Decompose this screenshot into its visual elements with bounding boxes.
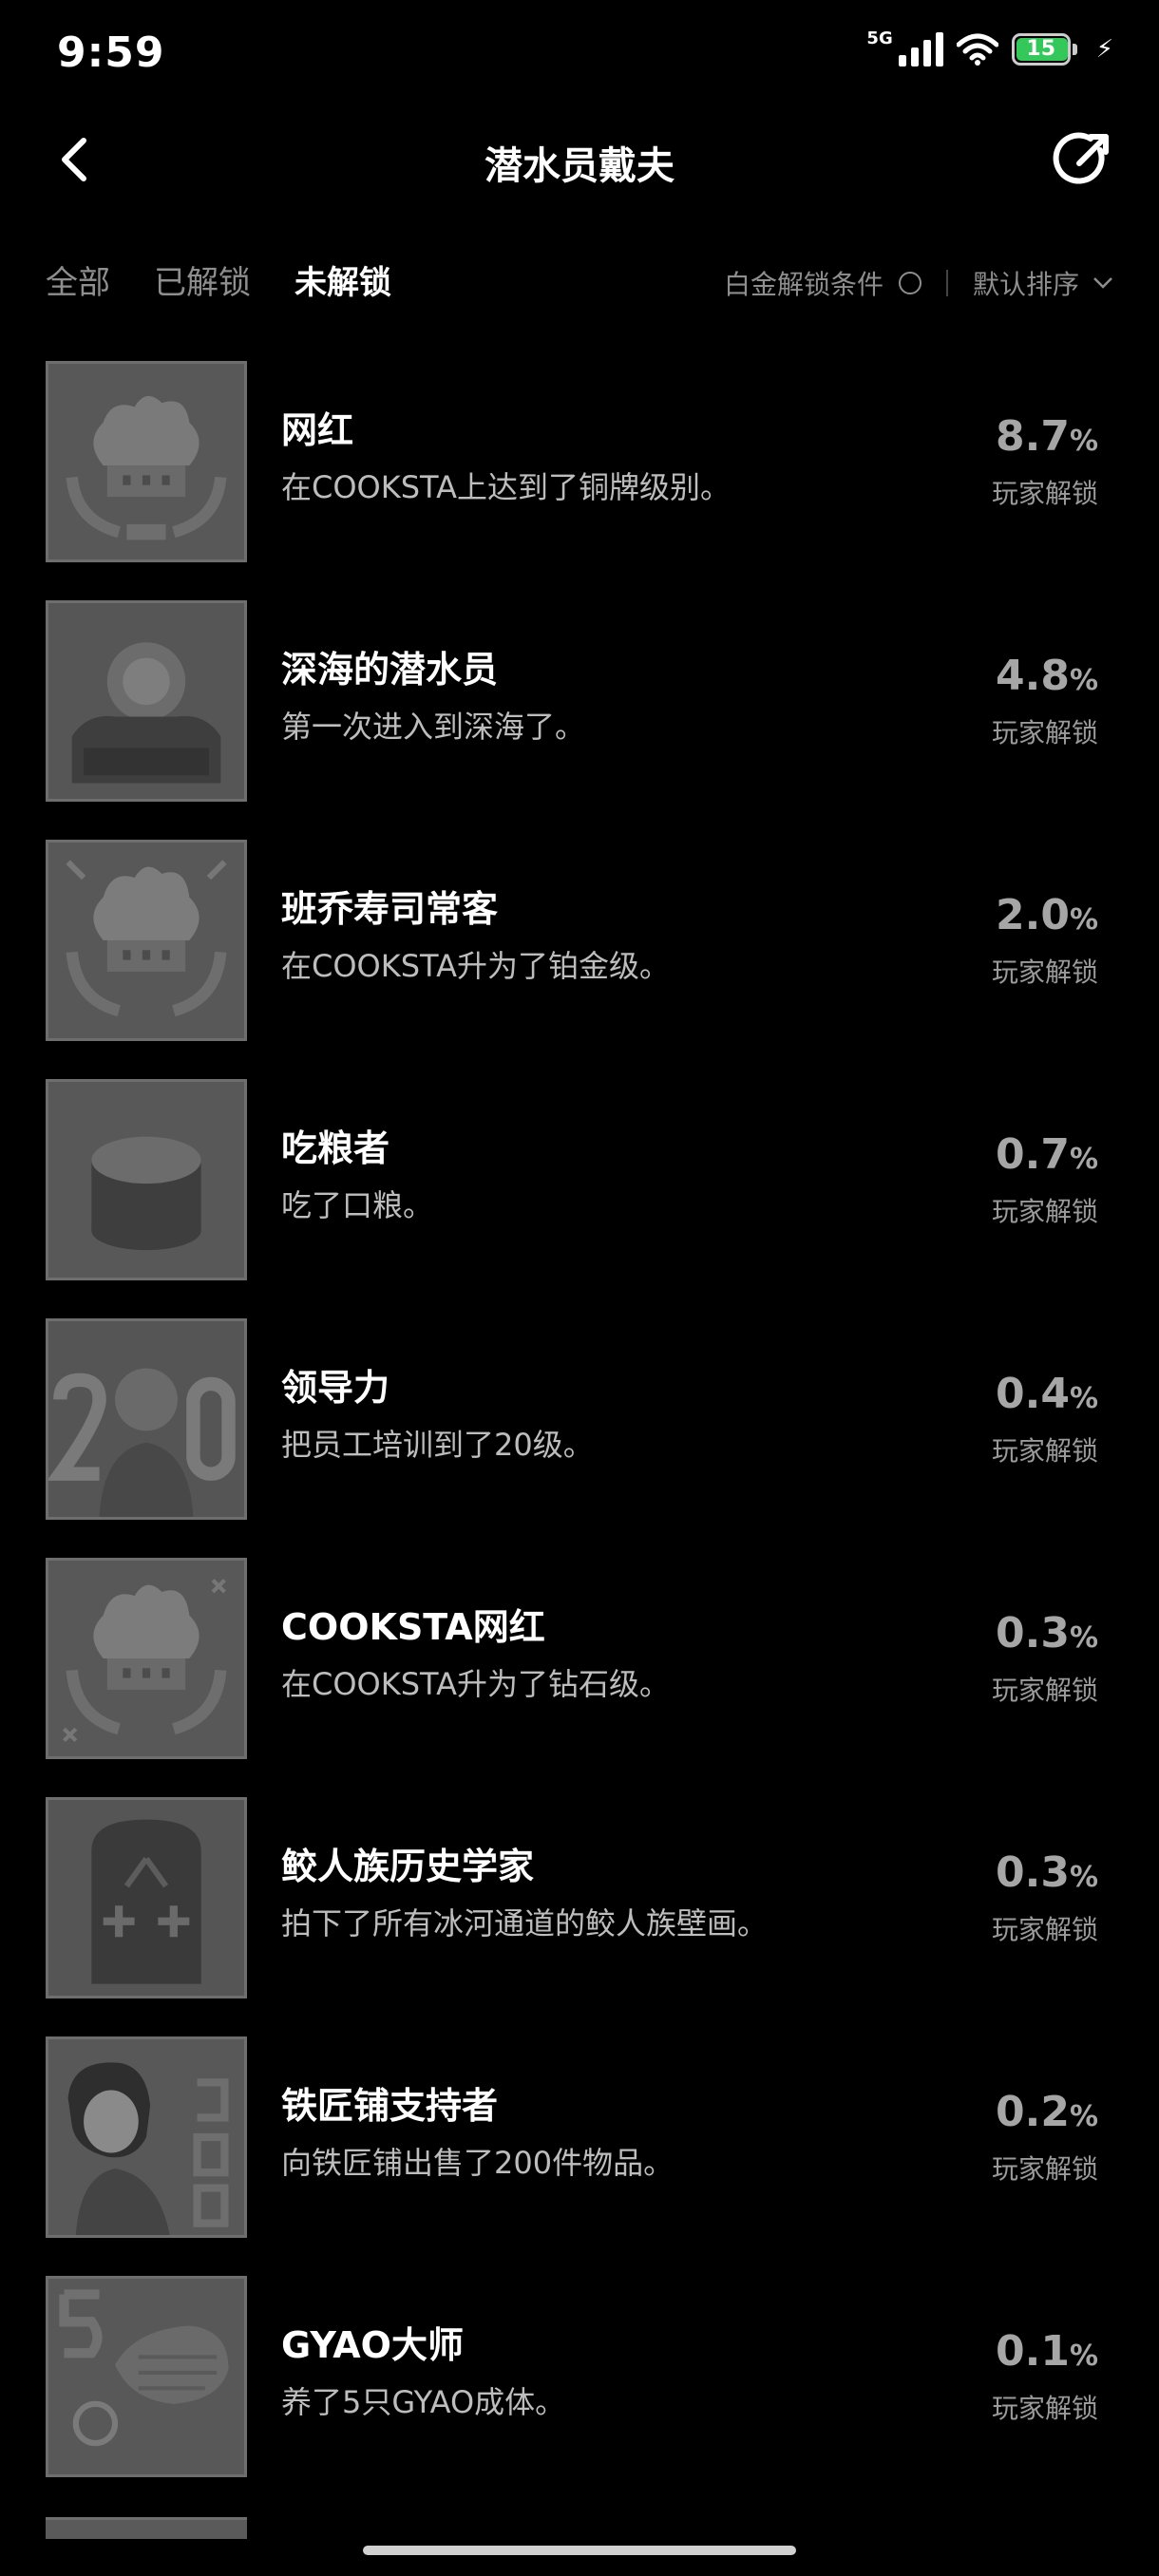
- achievement-item-partial: [46, 2517, 247, 2539]
- gyao-5-icon: [46, 2276, 247, 2477]
- achievement-desc: 在COOKSTA升为了铂金级。: [281, 948, 670, 984]
- achievement-desc: 在COOKSTA升为了钻石级。: [281, 1666, 670, 1702]
- achievement-item[interactable]: 吃粮者 吃了口粮。 0.7% 玩家解锁: [0, 1079, 1159, 1280]
- achievement-desc: 吃了口粮。: [281, 1187, 434, 1223]
- chef-hat-wreath-icon: [46, 1558, 247, 1759]
- achievement-item[interactable]: 班乔寿司常客 在COOKSTA升为了铂金级。 2.0% 玩家解锁: [0, 840, 1159, 1041]
- achievement-name: 网红: [281, 409, 354, 451]
- unlock-label: 玩家解锁: [991, 1914, 1098, 1945]
- signal-icon: [898, 32, 943, 66]
- achievement-item[interactable]: COOKSTA网红 在COOKSTA升为了钻石级。 0.3% 玩家解锁: [0, 1558, 1159, 1759]
- unlock-label: 玩家解锁: [991, 1435, 1098, 1467]
- achievement-item[interactable]: 领导力 把员工培训到了20级。 0.4% 玩家解锁: [0, 1318, 1159, 1520]
- home-indicator[interactable]: [363, 2546, 796, 2555]
- achievement-item[interactable]: 网红 在COOKSTA上达到了铜牌级别。 8.7% 玩家解锁: [0, 361, 1159, 562]
- achievement-desc: 养了5只GYAO成体。: [281, 2384, 566, 2420]
- tab-unlocked[interactable]: 已解锁: [154, 256, 251, 303]
- filter-controls: 白金解锁条件 默认排序: [724, 264, 1113, 302]
- platinum-condition-toggle[interactable]: [898, 272, 922, 294]
- achievement-name: 吃粮者: [281, 1127, 390, 1169]
- achievement-desc: 把员工培训到了20级。: [281, 1427, 594, 1463]
- chevron-down-icon[interactable]: [1092, 276, 1113, 290]
- share-icon[interactable]: [1053, 129, 1115, 192]
- achievement-item[interactable]: 铁匠铺支持者 向铁匠铺出售了200件物品。 0.2% 玩家解锁: [0, 2036, 1159, 2238]
- ration-can-icon: [46, 1079, 247, 1280]
- staff-level-20-icon: [46, 1318, 247, 1520]
- tab-all[interactable]: 全部: [46, 256, 110, 303]
- achievement-item[interactable]: GYAO大师 养了5只GYAO成体。 0.1% 玩家解锁: [0, 2276, 1159, 2477]
- achievement-name: 班乔寿司常客: [281, 888, 499, 930]
- chef-hat-wreath-icon: [46, 840, 247, 1041]
- chef-hat-wreath-icon: [46, 361, 247, 562]
- divider: [945, 270, 948, 296]
- achievement-desc: 在COOKSTA上达到了铜牌级别。: [281, 469, 731, 505]
- unlock-label: 玩家解锁: [991, 2153, 1098, 2185]
- status-time: 9:59: [57, 28, 165, 77]
- unlock-percent: 0.4%: [995, 1370, 1098, 1418]
- status-icons: 5G 15 ⚡: [866, 28, 1113, 66]
- achievement-name: COOKSTA网红: [281, 1606, 545, 1648]
- battery-icon: 15: [1011, 33, 1077, 66]
- unlock-percent: 0.3%: [995, 1609, 1098, 1657]
- achievement-name: GYAO大师: [281, 2324, 464, 2366]
- achievement-name: 铁匠铺支持者: [281, 2085, 499, 2127]
- deep-sea-diver-icon: [46, 600, 247, 802]
- mural-icon: [46, 1797, 247, 1998]
- unlock-label: 玩家解锁: [991, 478, 1098, 509]
- unlock-label: 玩家解锁: [991, 717, 1098, 748]
- unlock-percent: 8.7%: [995, 412, 1098, 461]
- unlock-percent: 0.7%: [995, 1130, 1098, 1179]
- achievement-desc: 拍下了所有冰河通道的鲛人族壁画。: [281, 1905, 769, 1941]
- network-type: 5G: [866, 28, 893, 48]
- unlock-percent: 0.2%: [995, 2088, 1098, 2136]
- unlock-percent: 0.3%: [995, 1848, 1098, 1897]
- unlock-label: 玩家解锁: [991, 2393, 1098, 2424]
- achievement-name: 深海的潜水员: [281, 649, 499, 691]
- platinum-condition-label[interactable]: 白金解锁条件: [724, 264, 884, 302]
- unlock-label: 玩家解锁: [991, 1675, 1098, 1706]
- achievement-name: 领导力: [281, 1367, 390, 1409]
- unlock-label: 玩家解锁: [991, 957, 1098, 988]
- header: 潜水员戴夫: [0, 104, 1159, 218]
- unlock-percent: 2.0%: [995, 891, 1098, 939]
- unlock-label: 玩家解锁: [991, 1196, 1098, 1227]
- wifi-icon: [956, 33, 998, 66]
- achievement-desc: 向铁匠铺出售了200件物品。: [281, 2145, 674, 2181]
- status-bar: 9:59 5G 15 ⚡: [0, 0, 1159, 104]
- page-title: 潜水员戴夫: [484, 144, 674, 188]
- achievement-item[interactable]: 鲛人族历史学家 拍下了所有冰河通道的鲛人族壁画。 0.3% 玩家解锁: [0, 1797, 1159, 1998]
- battery-level: 15: [1026, 37, 1056, 61]
- filter-tabs: 全部 已解锁 未解锁: [46, 256, 391, 303]
- unlock-percent: 0.1%: [995, 2327, 1098, 2376]
- achievement-desc: 第一次进入到深海了。: [281, 709, 586, 745]
- achievement-item[interactable]: 深海的潜水员 第一次进入到深海了。 4.8% 玩家解锁: [0, 600, 1159, 802]
- blacksmith-200-icon: [46, 2036, 247, 2238]
- sort-dropdown[interactable]: 默认排序: [973, 264, 1079, 302]
- achievement-name: 鲛人族历史学家: [281, 1846, 535, 1887]
- unlock-percent: 4.8%: [995, 652, 1098, 700]
- tab-locked[interactable]: 未解锁: [294, 256, 391, 303]
- charging-icon: ⚡: [1095, 35, 1113, 64]
